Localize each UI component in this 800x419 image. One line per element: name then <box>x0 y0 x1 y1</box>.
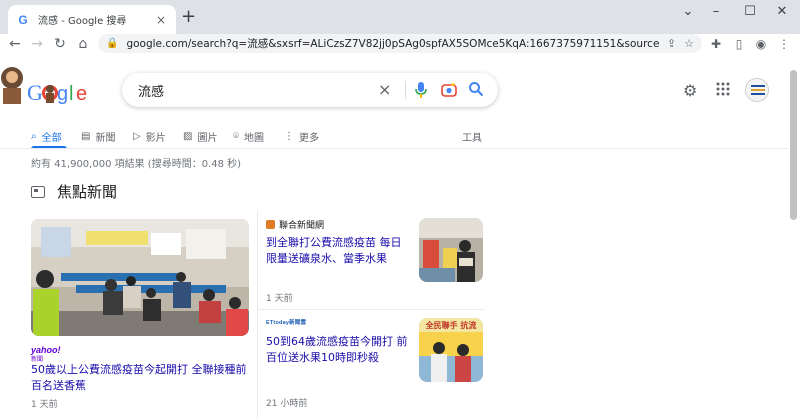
home-icon[interactable]: ⌂ <box>74 35 92 53</box>
microphone-icon[interactable] <box>415 81 427 103</box>
minimize-icon[interactable]: – <box>706 4 726 19</box>
google-doodle-logo[interactable]: G g l e <box>0 58 100 108</box>
tab-label: 更多 <box>299 132 319 144</box>
tools-button[interactable]: 工具 <box>462 124 482 148</box>
back-arrow-icon[interactable]: ← <box>6 35 24 53</box>
tab-label: 新聞 <box>95 132 116 144</box>
news-card-side[interactable]: 聯合新聞網 到全聯打公費流感疫苗 每日限量送礦泉水、當季水果 1 天前 <box>266 218 484 313</box>
news-time: 1 天前 <box>31 400 58 410</box>
svg-text:l: l <box>69 83 73 105</box>
news-headline-link[interactable]: 50到64歲流感疫苗今開打 前百位送水果10時即秒殺 <box>266 334 412 366</box>
address-bar[interactable]: 🔒 google.com/search?q=流感&sxsrf=ALiCzsZ7V… <box>98 34 702 53</box>
svg-text:G: G <box>27 80 43 105</box>
news-time: 1 天前 <box>266 294 293 304</box>
video-icon: ▷ <box>133 130 141 142</box>
news-thumbnail[interactable] <box>419 218 483 282</box>
top-stories-header: 焦點新聞 <box>31 181 117 202</box>
svg-text:e: e <box>76 83 87 105</box>
tab-title: 流感 - Google 搜尋 <box>38 16 127 27</box>
search-icon[interactable] <box>468 81 484 101</box>
search-box[interactable]: 流感 × <box>122 73 498 107</box>
camera-lens-icon[interactable] <box>441 82 457 102</box>
url-text: google.com/search?q=流感&sxsrf=ALiCzsZ7V82… <box>126 38 659 50</box>
tab-videos[interactable]: ▷ 影片 <box>133 124 166 148</box>
search-input[interactable]: 流感 <box>138 81 164 100</box>
side-panel-icon[interactable]: ▯ <box>730 35 748 53</box>
maximize-icon[interactable]: ☐ <box>740 4 760 19</box>
tab-label: 影片 <box>145 132 166 144</box>
tab-search-chevron-icon[interactable]: ⌄ <box>678 4 698 19</box>
news-source-ettoday: ETtoday新聞雲 <box>266 320 307 326</box>
news-photo-clinic[interactable] <box>31 219 249 336</box>
reload-icon[interactable]: ↻ <box>51 35 69 53</box>
tab-close-icon[interactable]: × <box>154 13 168 27</box>
map-pin-icon: ⌾ <box>233 130 239 142</box>
menu-kebab-icon[interactable]: ⋮ <box>775 35 793 53</box>
share-icon[interactable]: ⇪ <box>667 37 676 50</box>
apps-grid-icon[interactable] <box>716 81 730 100</box>
extensions-puzzle-icon[interactable]: ✚ <box>707 35 725 53</box>
news-time: 21 小時前 <box>266 399 308 409</box>
new-tab-button[interactable]: + <box>181 8 196 26</box>
clear-search-icon[interactable]: × <box>378 80 391 99</box>
window-close-icon[interactable]: ✕ <box>772 4 792 19</box>
svg-text:g: g <box>57 83 68 105</box>
bookmark-star-icon[interactable]: ☆ <box>684 37 694 50</box>
news-icon <box>31 185 45 198</box>
cards-vertical-divider <box>257 210 258 419</box>
account-avatar[interactable] <box>745 78 769 102</box>
udn-logo-icon <box>266 220 275 229</box>
browser-tab[interactable]: G 流感 - Google 搜尋 × <box>8 5 176 34</box>
lock-icon[interactable]: 🔒 <box>106 38 118 49</box>
tab-label: 全部 <box>41 132 62 144</box>
news-card-main[interactable]: yahoo! 新聞 50歲以上公費流感疫苗今起開打 全聯接種前百名送香蕉 1 天… <box>31 219 250 419</box>
search-icon: ⌕ <box>31 130 37 142</box>
news-source-udn: 聯合新聞網 <box>266 218 324 231</box>
more-icon: ⋮ <box>284 130 294 142</box>
tab-images[interactable]: ▨ 圖片 <box>183 124 217 148</box>
scrollbar-thumb[interactable] <box>790 70 797 220</box>
news-source-yahoo: yahoo! 新聞 <box>31 345 61 363</box>
tab-label: 地圖 <box>244 132 264 144</box>
settings-gear-icon[interactable]: ⚙ <box>683 81 697 100</box>
search-type-tabs: ⌕ 全部 ▤ 新聞 ▷ 影片 ▨ 圖片 ⌾ 地圖 ⋮ 更多 工具 <box>0 124 800 148</box>
news-headline-link[interactable]: 到全聯打公費流感疫苗 每日限量送礦泉水、當季水果 <box>266 235 412 267</box>
tab-news[interactable]: ▤ 新聞 <box>81 124 115 148</box>
browser-tab-bar: G 流感 - Google 搜尋 × + ⌄ – ☐ ✕ <box>0 0 800 34</box>
search-divider <box>405 81 406 99</box>
tabs-divider <box>0 148 800 149</box>
thumbnail-caption: 全民聯手 抗流 <box>425 320 477 330</box>
profile-icon[interactable]: ◉ <box>752 35 770 53</box>
section-title: 焦點新聞 <box>57 183 118 201</box>
result-stats: 約有 41,900,000 項結果 (搜尋時間：0.48 秒) <box>31 159 242 170</box>
image-icon: ▨ <box>183 130 193 142</box>
tab-all[interactable]: ⌕ 全部 <box>31 124 62 148</box>
news-thumbnail[interactable]: 全民聯手 抗流 <box>419 318 483 382</box>
tab-more[interactable]: ⋮ 更多 <box>284 124 319 148</box>
tab-label: 圖片 <box>197 132 218 144</box>
news-card-side[interactable]: ETtoday新聞雲 50到64歲流感疫苗今開打 前百位送水果10時即秒殺 21… <box>266 318 484 413</box>
tab-maps[interactable]: ⌾ 地圖 <box>233 124 264 148</box>
news-icon: ▤ <box>81 130 91 142</box>
forward-arrow-icon[interactable]: → <box>28 35 46 53</box>
news-headline-link[interactable]: 50歲以上公費流感疫苗今起開打 全聯接種前百名送香蕉 <box>31 362 249 394</box>
browser-toolbar: ← → ↻ ⌂ 🔒 google.com/search?q=流感&sxsrf=A… <box>0 34 800 54</box>
google-favicon-icon: G <box>18 12 28 27</box>
